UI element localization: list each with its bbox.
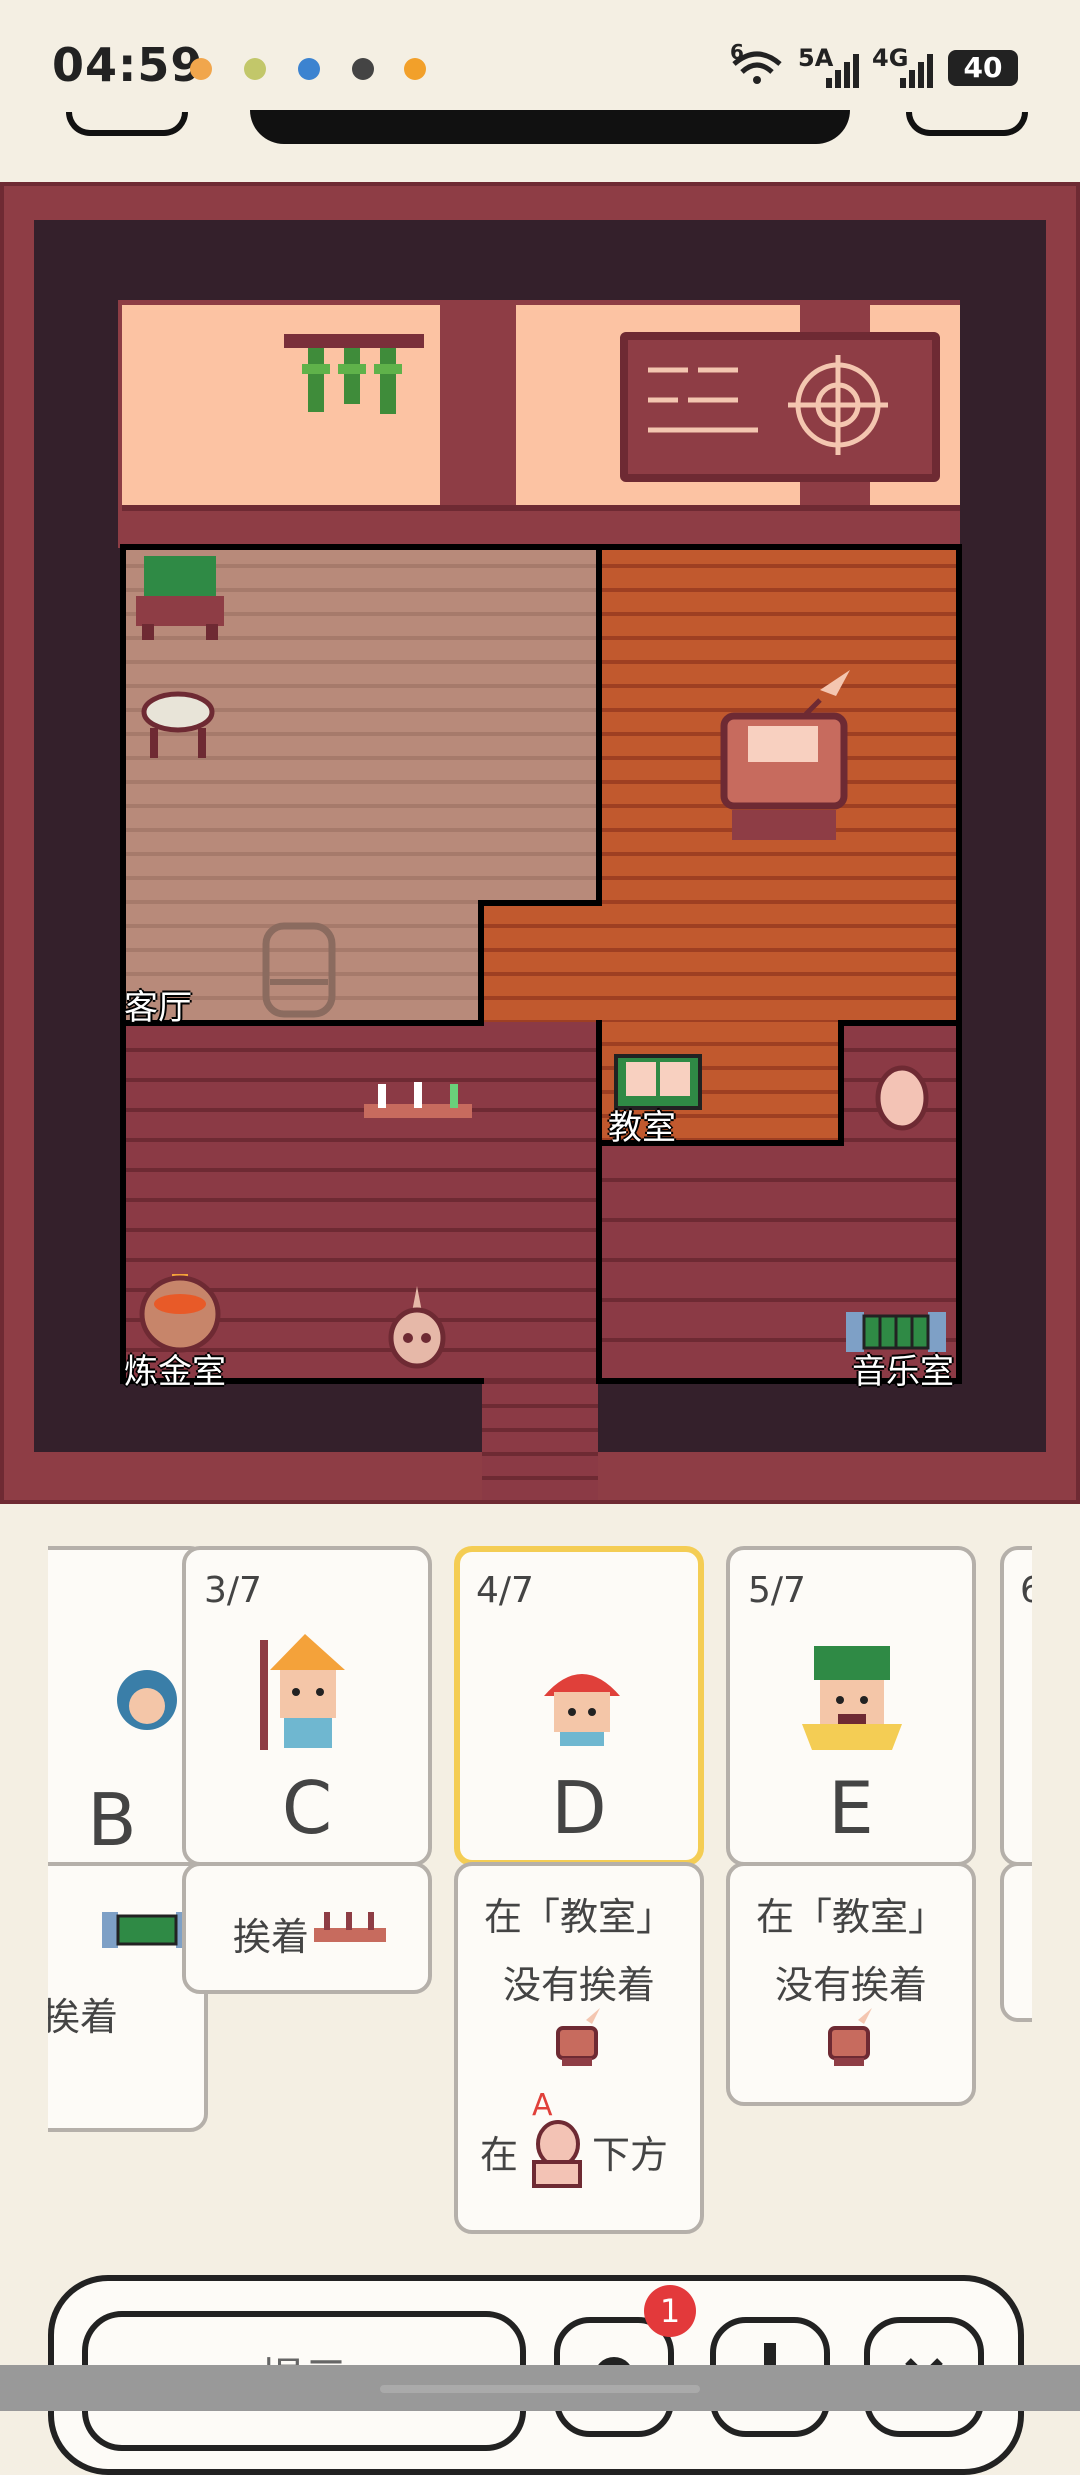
- clue-text: 下方: [592, 2133, 669, 2177]
- desk-with-quill-icon: [826, 2006, 874, 2068]
- character-card-f[interactable]: 6: [1000, 1546, 1032, 1866]
- clue-card-c: 挨着: [182, 1862, 432, 1994]
- clue-cards-strip[interactable]: B 挨着 3/7 C 挨着 4/7 D 在「教室」 没有挨着 在 A 下方 5/…: [48, 1540, 1032, 2240]
- top-button-fragment-left[interactable]: [66, 112, 188, 136]
- entrance-path: [482, 1380, 598, 1504]
- character-e-icon: [800, 1642, 904, 1754]
- room-label-classroom: 教室: [608, 1108, 676, 1148]
- card-letter: B: [87, 1778, 137, 1862]
- card-letter: C: [281, 1766, 333, 1850]
- app-icon-1: [190, 58, 212, 80]
- clue-text: 在「教室」: [755, 1895, 946, 1939]
- card-letter: D: [551, 1766, 607, 1850]
- system-nav-bar: [0, 2365, 1080, 2411]
- battery-icon: 40: [948, 50, 1018, 86]
- wall-line: [956, 544, 962, 1384]
- top-bar-fragment: [250, 110, 850, 144]
- character-card-c[interactable]: 3/7 C: [182, 1546, 432, 1866]
- desk-with-quill-icon[interactable]: [720, 660, 860, 850]
- wall-line: [478, 900, 484, 1024]
- cauldron-icon[interactable]: [138, 1274, 222, 1354]
- home-indicator[interactable]: [380, 2385, 700, 2393]
- room-label-music-room: 音乐室: [852, 1352, 954, 1392]
- notification-badge: 1: [644, 2285, 696, 2337]
- clue-text: 挨着: [232, 1915, 309, 1959]
- clue-card-e: 在「教室」 没有挨着: [726, 1862, 976, 2106]
- character-c-icon: [250, 1630, 360, 1754]
- clock: 04:59: [52, 38, 204, 92]
- clue-card-f: [1000, 1862, 1032, 2022]
- wall-line: [838, 1020, 844, 1144]
- card-count: 5/7: [748, 1570, 806, 1611]
- app-icon-4: [352, 58, 374, 80]
- candles-icon[interactable]: [364, 1078, 472, 1128]
- shelf: [284, 334, 424, 348]
- character-d-icon: [540, 1656, 624, 1748]
- signal-icon-2: [900, 54, 934, 92]
- armchair-icon[interactable]: [136, 556, 224, 640]
- signal-icon: [826, 54, 860, 92]
- room-label-alchemy-room: 炼金室: [124, 1352, 226, 1392]
- clue-text: 没有挨着: [502, 1963, 655, 2007]
- clue-card-d: 在「教室」 没有挨着 在 A 下方: [454, 1862, 704, 2234]
- egg-creature-icon: [526, 2114, 588, 2190]
- skull-creature-icon[interactable]: [386, 1282, 448, 1372]
- chat-icon: [298, 58, 320, 80]
- desk-with-quill-icon: [554, 2006, 602, 2068]
- wall-line: [478, 900, 602, 906]
- network-label-6: 6: [730, 40, 744, 64]
- clue-text: 挨着: [48, 1995, 119, 2039]
- hanging-plants-icon: [300, 348, 410, 418]
- classroom-floor-ext: [482, 904, 602, 1024]
- character-b-icon: [112, 1660, 182, 1740]
- stool-icon[interactable]: [140, 690, 216, 762]
- accordion-icon: [102, 1906, 192, 1954]
- wall-line: [838, 1020, 962, 1026]
- blackboard-icon: [620, 332, 940, 482]
- wall-line: [596, 544, 602, 906]
- candles-icon: [314, 1910, 386, 1950]
- top-button-fragment-right[interactable]: [906, 112, 1028, 136]
- egg-creature-icon[interactable]: [872, 1058, 932, 1134]
- clue-text: 在: [480, 2133, 519, 2177]
- card-letter: E: [828, 1766, 874, 1850]
- chair-outline-icon[interactable]: [262, 922, 336, 1018]
- clue-text: 在「教室」: [483, 1895, 674, 1939]
- character-card-d[interactable]: 4/7 D: [454, 1546, 704, 1866]
- wall-line: [120, 544, 962, 550]
- room-label-living-room: 客厅: [124, 988, 192, 1028]
- app-icon-2: [244, 58, 266, 80]
- card-count: 4/7: [476, 1570, 534, 1611]
- character-card-e[interactable]: 5/7 E: [726, 1546, 976, 1866]
- wall-line: [596, 1020, 602, 1384]
- app-icon-5: [404, 58, 426, 80]
- card-count: 3/7: [204, 1570, 262, 1611]
- clue-text: 没有挨着: [774, 1963, 927, 2007]
- card-count: 6: [1020, 1570, 1032, 1611]
- wall-line: [120, 544, 126, 1384]
